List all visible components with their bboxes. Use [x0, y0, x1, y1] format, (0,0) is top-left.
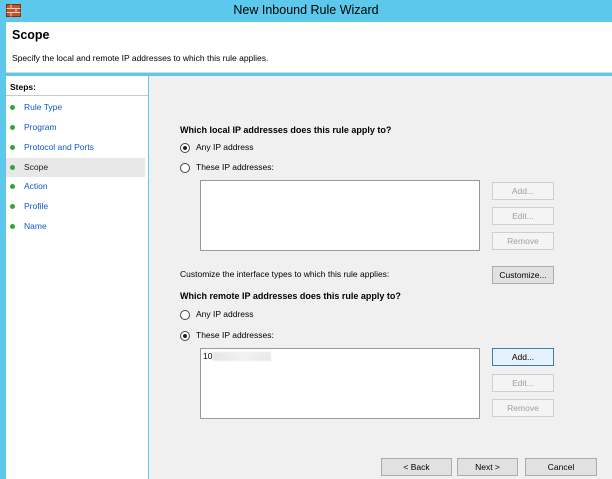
steps-title: Steps:	[6, 81, 148, 96]
wizard-window: New Inbound Rule Wizard Scope Specify th…	[0, 0, 612, 479]
local-ip-list[interactable]	[200, 180, 480, 251]
local-any-ip-radio[interactable]	[180, 143, 190, 153]
local-these-ip-label: These IP addresses:	[196, 162, 274, 172]
remote-remove-button[interactable]: Remove	[492, 399, 554, 417]
remote-add-button[interactable]: Add...	[492, 348, 554, 366]
local-add-button[interactable]: Add...	[492, 182, 554, 200]
remote-these-ip-radio[interactable]	[180, 331, 190, 341]
remote-edit-button[interactable]: Edit...	[492, 374, 554, 392]
step-complete-dot-icon	[10, 145, 15, 150]
local-these-ip-radio[interactable]	[180, 163, 190, 173]
remote-ip-list[interactable]: 10	[200, 348, 480, 419]
page-description: Specify the local and remote IP addresse…	[12, 53, 269, 63]
step-dot-icon	[10, 184, 15, 189]
cancel-button[interactable]: Cancel	[525, 458, 597, 476]
local-remove-button[interactable]: Remove	[492, 232, 554, 250]
remote-any-ip-label: Any IP address	[196, 309, 254, 319]
customize-description: Customize the interface types to which t…	[180, 269, 390, 279]
step-label: Scope	[24, 162, 49, 172]
local-edit-button[interactable]: Edit...	[492, 207, 554, 225]
window-title: New Inbound Rule Wizard	[233, 3, 379, 17]
step-dot-icon	[10, 224, 15, 229]
step-label: Protocol and Ports	[24, 142, 94, 152]
step-label: Profile	[24, 201, 49, 211]
local-these-ip-option[interactable]: These IP addresses:	[180, 162, 320, 176]
step-program[interactable]: Program	[6, 118, 145, 137]
steps-sidebar: Steps: Rule Type Program Protocol and Po…	[6, 76, 148, 479]
title-bar[interactable]: New Inbound Rule Wizard	[0, 0, 612, 22]
local-any-ip-option[interactable]: Any IP address	[180, 142, 300, 156]
step-current-dot-icon	[10, 165, 15, 170]
back-button[interactable]: < Back	[381, 458, 452, 476]
remote-any-ip-radio[interactable]	[180, 310, 190, 320]
step-protocol-and-ports[interactable]: Protocol and Ports	[6, 138, 145, 157]
remote-these-ip-option[interactable]: These IP addresses:	[180, 330, 320, 344]
step-label: Action	[24, 181, 48, 191]
step-dot-icon	[10, 204, 15, 209]
remote-ip-entry-text: 10	[203, 351, 213, 361]
page-title: Scope	[12, 28, 50, 42]
remote-these-ip-label: These IP addresses:	[196, 330, 274, 340]
scope-content: Which local IP addresses does this rule …	[149, 76, 612, 479]
step-name[interactable]: Name	[6, 217, 145, 236]
remote-ip-entry[interactable]: 10	[203, 351, 272, 362]
step-label: Name	[24, 221, 47, 231]
step-rule-type[interactable]: Rule Type	[6, 98, 145, 117]
step-label: Program	[24, 122, 57, 132]
step-action[interactable]: Action	[6, 177, 145, 196]
customize-button[interactable]: Customize...	[492, 266, 554, 284]
step-scope[interactable]: Scope	[6, 158, 145, 177]
step-complete-dot-icon	[10, 125, 15, 130]
step-profile[interactable]: Profile	[6, 197, 145, 216]
local-ip-heading: Which local IP addresses does this rule …	[180, 125, 392, 135]
page-header: Scope Specify the local and remote IP ad…	[6, 22, 612, 73]
step-label: Rule Type	[24, 102, 63, 112]
step-complete-dot-icon	[10, 105, 15, 110]
remote-ip-heading: Which remote IP addresses does this rule…	[180, 291, 401, 301]
next-button[interactable]: Next >	[457, 458, 518, 476]
local-any-ip-label: Any IP address	[196, 142, 254, 152]
remote-any-ip-option[interactable]: Any IP address	[180, 309, 300, 323]
redacted-ip-blur	[213, 352, 272, 362]
